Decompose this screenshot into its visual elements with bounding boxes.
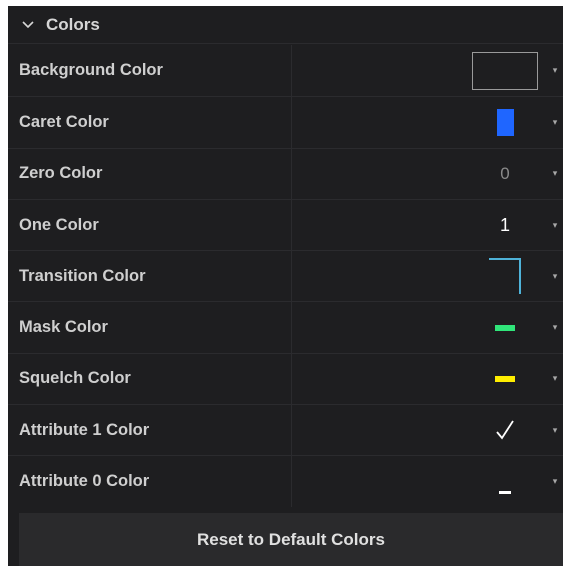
empty-color-box [472, 51, 538, 90]
column-divider [291, 405, 292, 456]
row-label: Background Color [19, 61, 163, 80]
attribute-1-color-swatch[interactable] [469, 405, 541, 455]
one-glyph: 1 [499, 214, 510, 235]
row-squelch-color: Squelch Color ▾ [8, 352, 563, 405]
column-divider [291, 97, 292, 148]
one-color-swatch[interactable]: 1 [469, 200, 541, 250]
column-divider [291, 251, 292, 302]
transition-corner-icon [489, 258, 521, 295]
zero-color-swatch[interactable]: 0 [469, 149, 541, 199]
row-zero-color: Zero Color 0 ▾ [8, 147, 563, 199]
row-label: One Color [19, 215, 99, 234]
mask-color-swatch[interactable] [469, 302, 541, 352]
background-color-swatch[interactable] [469, 45, 541, 96]
caret-down-icon[interactable]: ▾ [550, 251, 560, 301]
row-attribute-0-color: Attribute 0 Color ▾ [8, 455, 563, 507]
checkmark-icon [496, 420, 514, 440]
reset-to-default-colors-button[interactable]: Reset to Default Colors [19, 513, 563, 566]
caret-down-icon[interactable]: ▾ [550, 354, 560, 404]
column-divider [291, 199, 292, 251]
section-title: Colors [46, 14, 100, 34]
colors-section-header[interactable]: Colors [8, 6, 563, 44]
row-caret-color: Caret Color ▾ [8, 96, 563, 148]
caret-down-icon[interactable]: ▾ [550, 302, 560, 352]
blue-block [496, 108, 514, 136]
row-mask-color: Mask Color ▾ [8, 301, 563, 353]
row-label: Attribute 1 Color [19, 420, 150, 439]
column-divider [291, 45, 292, 97]
row-transition-color: Transition Color ▾ [8, 250, 563, 302]
row-one-color: One Color 1 ▾ [8, 198, 563, 251]
column-divider [291, 456, 292, 507]
caret-down-icon[interactable]: ▾ [550, 405, 560, 455]
row-label: Squelch Color [19, 369, 131, 388]
row-attribute-1-color: Attribute 1 Color ▾ [8, 404, 563, 456]
caret-down-icon[interactable]: ▾ [550, 200, 560, 250]
colors-panel: Colors Background Color ▾ Caret Color ▾ … [8, 6, 563, 566]
row-label: Caret Color [19, 112, 109, 131]
caret-down-icon[interactable]: ▾ [550, 149, 560, 199]
caret-down-icon[interactable]: ▾ [550, 456, 560, 506]
row-label: Attribute 0 Color [19, 472, 150, 491]
yellow-bar [495, 375, 515, 382]
row-label: Transition Color [19, 266, 146, 285]
zero-glyph: 0 [500, 163, 510, 183]
caret-down-icon[interactable]: ▾ [550, 97, 560, 147]
caret-color-swatch[interactable] [469, 97, 541, 147]
column-divider [291, 353, 292, 405]
caret-down-icon[interactable]: ▾ [550, 45, 560, 96]
color-settings-list: Background Color ▾ Caret Color ▾ Zero Co… [8, 45, 563, 507]
white-dash [499, 491, 511, 495]
green-bar [495, 324, 515, 331]
row-background-color: Background Color ▾ [8, 45, 563, 97]
chevron-down-icon[interactable] [21, 18, 35, 32]
attribute-0-color-swatch[interactable] [469, 456, 541, 506]
column-divider [291, 302, 292, 353]
column-divider [291, 148, 292, 199]
row-label: Mask Color [19, 318, 108, 337]
squelch-color-swatch[interactable] [469, 354, 541, 404]
row-label: Zero Color [19, 164, 103, 183]
transition-color-swatch[interactable] [469, 251, 541, 301]
